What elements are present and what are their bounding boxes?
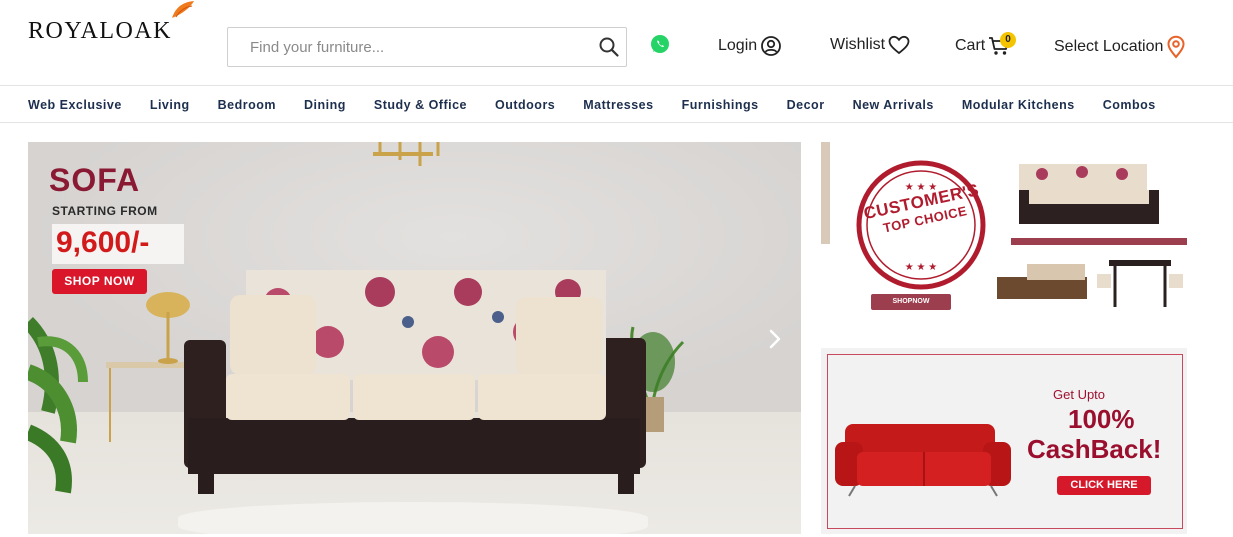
cart-count-badge: 0	[1000, 32, 1016, 48]
nav-item-bedroom[interactable]: Bedroom	[218, 98, 276, 112]
promo-edge-strip	[821, 142, 830, 244]
whatsapp-icon[interactable]	[650, 34, 670, 54]
wishlist-label: Wishlist	[830, 36, 886, 53]
promo-top-choice[interactable]: ★ ★ ★ ★ ★ ★ CUSTOMER'S TOP CHOICE SHOPNO…	[821, 142, 1187, 328]
nav-item-dining[interactable]: Dining	[304, 98, 346, 112]
small-sofa-illustration	[1019, 164, 1159, 224]
nav-item-web-exclusive[interactable]: Web Exclusive	[28, 98, 122, 112]
promo-cashback[interactable]: Get Upto 100% CashBack! CLICK HERE	[821, 348, 1187, 534]
location-label: Select Location	[1054, 38, 1164, 55]
cashback-percent: 100%	[1068, 404, 1135, 434]
login-label: Login	[718, 37, 758, 54]
promo-shop-now-button[interactable]: SHOPNOW	[871, 294, 951, 310]
promo-products-illustration	[997, 164, 1187, 307]
hero-banner[interactable]: SOFA STARTING FROM 9,600/- SHOP NOW	[28, 142, 801, 534]
sofa-illustration	[184, 270, 646, 494]
nav-item-new-arrivals[interactable]: New Arrivals	[853, 98, 934, 112]
hero-price: 9,600/-	[56, 226, 150, 259]
category-nav: Web Exclusive Living Bedroom Dining Stud…	[0, 86, 1233, 123]
site-header: ROYALOAK Login Wishlist	[0, 0, 1233, 86]
click-here-button[interactable]: CLICK HERE	[1057, 476, 1151, 495]
hero-subtitle: STARTING FROM	[52, 204, 158, 218]
left-plant	[28, 317, 88, 494]
svg-text:★ ★ ★: ★ ★ ★	[905, 262, 937, 273]
user-icon	[761, 36, 782, 56]
page: ROYALOAK Login Wishlist	[0, 0, 1233, 537]
nav-item-study-office[interactable]: Study & Office	[374, 98, 467, 112]
hero-title: SOFA	[49, 162, 141, 198]
hero-scene-illustration	[28, 142, 685, 494]
nav-item-outdoors[interactable]: Outdoors	[495, 98, 555, 112]
nav-item-mattresses[interactable]: Mattresses	[583, 98, 653, 112]
chandelier-illustration	[373, 142, 440, 166]
login-link[interactable]: Login	[718, 35, 782, 57]
logo[interactable]: ROYALOAK	[28, 18, 172, 45]
search-box	[227, 27, 627, 67]
side-table-lamp	[106, 292, 191, 442]
nav-item-living[interactable]: Living	[150, 98, 190, 112]
search-icon[interactable]	[598, 36, 620, 58]
cashback-line-1: Get Upto	[1053, 387, 1106, 402]
nav-item-furnishings[interactable]: Furnishings	[682, 98, 759, 112]
bed-illustration	[997, 264, 1087, 299]
nav-item-combos[interactable]: Combos	[1103, 98, 1156, 112]
nav-item-decor[interactable]: Decor	[787, 98, 825, 112]
logo-leaf-icon	[172, 1, 194, 18]
cart-label: Cart	[955, 37, 986, 54]
wishlist-link[interactable]: Wishlist	[830, 35, 910, 55]
heart-icon	[888, 35, 910, 55]
chevron-right-icon[interactable]	[766, 328, 784, 350]
location-pin-icon	[1167, 35, 1185, 59]
nav-item-modular-kitchens[interactable]: Modular Kitchens	[962, 98, 1075, 112]
red-sofa-illustration	[835, 424, 1011, 497]
select-location-link[interactable]: Select Location	[1054, 35, 1186, 59]
promo-divider-bar	[1011, 238, 1187, 245]
search-input[interactable]	[228, 28, 588, 66]
shop-now-button[interactable]: SHOP NOW	[52, 269, 147, 294]
dining-set-illustration	[1097, 260, 1183, 307]
cashback-headline: CashBack!	[1027, 434, 1162, 464]
